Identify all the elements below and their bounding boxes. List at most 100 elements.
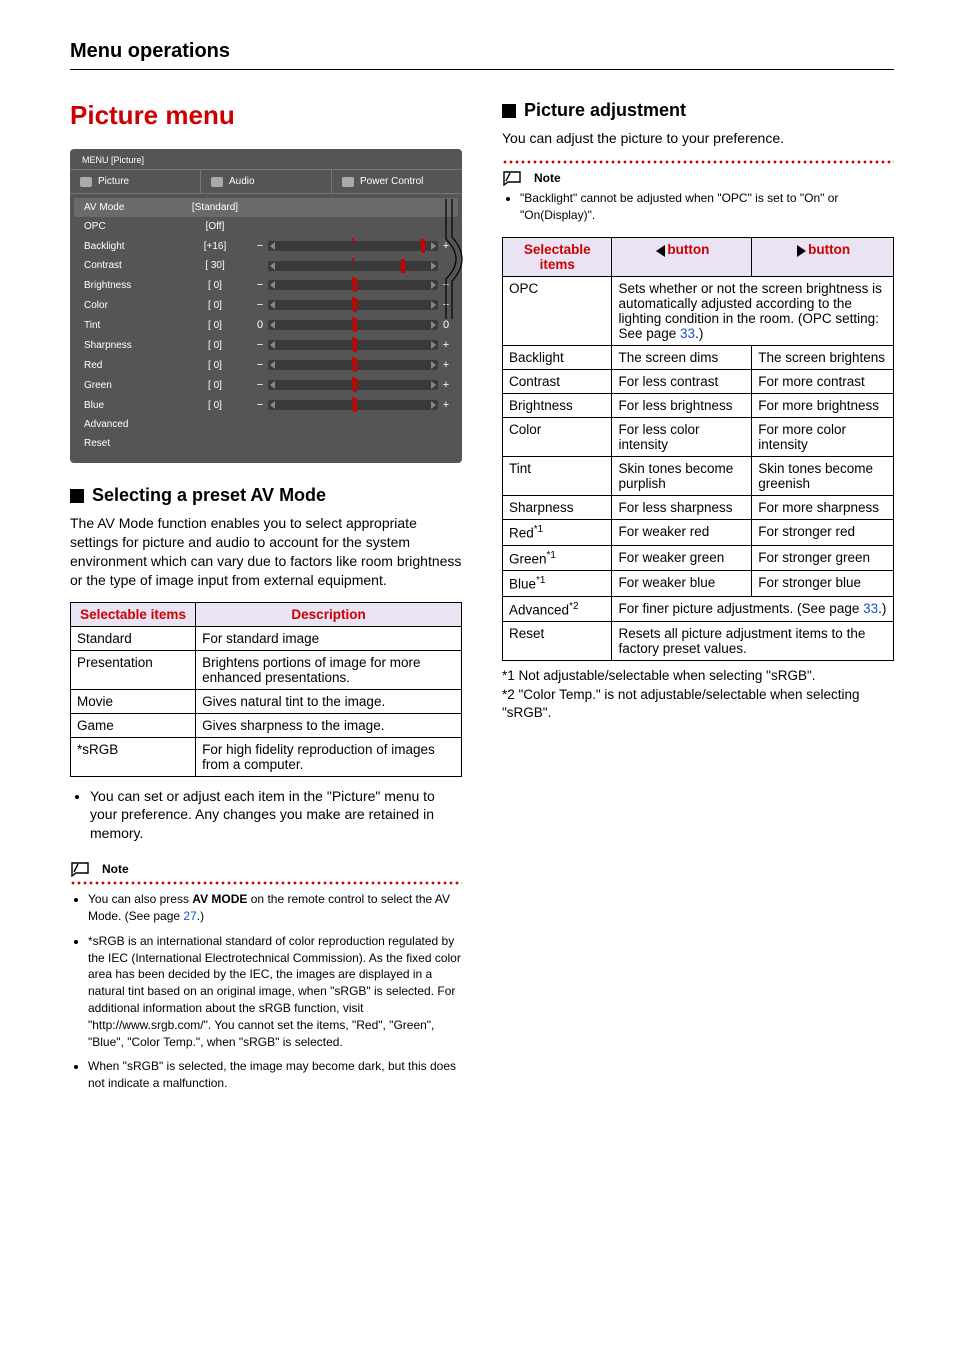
plus-icon: 0 [442,319,450,331]
note-item: You can also press AV MODE on the remote… [88,891,462,925]
note-item: "Backlight" cannot be adjusted when "OPC… [520,190,894,224]
menu-row-value: [ 0] [174,300,256,311]
menu-row[interactable]: Reset [74,434,458,453]
menu-row-value: [ 0] [174,360,256,371]
menu-row-label: Backlight [84,241,174,252]
menu-row-label: Green [84,380,174,391]
menu-row-label: Blue [84,400,174,411]
note-heading: Note [502,170,894,186]
table-row: PresentationBrightens portions of image … [71,650,462,689]
cell-item: Presentation [71,650,196,689]
menu-row[interactable]: Blue[ 0]−+ [74,395,458,415]
tab-label: Audio [229,176,255,187]
cell-right: For more contrast [752,370,894,394]
note-label: Note [98,862,129,876]
menu-slider[interactable]: −+ [256,279,450,291]
menu-slider[interactable] [256,261,450,271]
cell-right: For more brightness [752,394,894,418]
menu-row[interactable]: Contrast[ 30] [74,256,458,275]
cell-item: *sRGB [71,737,196,776]
note-label: Note [530,171,561,185]
plus-icon: + [442,399,450,411]
right-arrow-icon [797,245,806,257]
plus-icon: + [442,359,450,371]
table-row: ContrastFor less contrastFor more contra… [503,370,894,394]
table-row: *sRGBFor high fidelity reproduction of i… [71,737,462,776]
page-link[interactable]: 27 [183,909,196,923]
menu-row[interactable]: Green[ 0]−+ [74,375,458,395]
menu-row[interactable]: Advanced [74,415,458,434]
menu-tab[interactable]: Picture [70,170,201,193]
footnote: *1 Not adjustable/selectable when select… [502,667,894,685]
menu-row[interactable]: Backlight[+16]−+ [74,236,458,256]
menu-row[interactable]: AV Mode[Standard] [74,198,458,217]
cell-right: The screen brightens [752,346,894,370]
cell-item: Green*1 [503,545,612,571]
cell-left: For weaker red [612,520,752,546]
menu-row[interactable]: Brightness[ 0]−+ [74,275,458,295]
cell-left: The screen dims [612,346,752,370]
cell-item: Movie [71,689,196,713]
cell-desc: Gives natural tint to the image. [196,689,462,713]
table-row: Red*1For weaker redFor stronger red [503,520,894,546]
menu-tab[interactable]: Audio [201,170,332,193]
table-row: Advanced*2For finer picture adjustments.… [503,596,894,622]
menu-slider[interactable]: −+ [256,399,450,411]
minus-icon: − [256,279,264,291]
cell-right: For stronger green [752,545,894,571]
menu-slider[interactable]: −+ [256,379,450,391]
minus-icon: − [256,379,264,391]
table-row: TintSkin tones become purplishSkin tones… [503,457,894,496]
cell-item: Advanced*2 [503,596,612,622]
note-heading: Note [70,861,462,877]
table-row: Blue*1For weaker blueFor stronger blue [503,571,894,597]
cell-left: For weaker green [612,545,752,571]
cell-desc: Brightens portions of image for more enh… [196,650,462,689]
menu-slider[interactable]: −+ [256,299,450,311]
menu-slider[interactable]: −+ [256,339,450,351]
panel-cut-decoration [444,199,474,319]
cell-item: Game [71,713,196,737]
table-row: Green*1For weaker greenFor stronger gree… [503,545,894,571]
minus-icon: − [256,399,264,411]
minus-icon: − [256,240,264,252]
menu-slider[interactable]: −+ [256,359,450,371]
menu-row[interactable]: OPC[Off] [74,217,458,236]
page-link[interactable]: 33 [680,326,695,341]
menu-row[interactable]: Tint[ 0]00 [74,315,458,335]
cell-item: Red*1 [503,520,612,546]
menu-slider[interactable]: −+ [256,240,450,252]
th-left-button: button [612,238,752,277]
menu-row-value: [ 30] [174,260,256,271]
menu-row[interactable]: Color[ 0]−+ [74,295,458,315]
menu-row-label: Sharpness [84,340,174,351]
table-row: BacklightThe screen dimsThe screen brigh… [503,346,894,370]
cell-left: Skin tones become purplish [612,457,752,496]
cell-item: Backlight [503,346,612,370]
menu-tab[interactable]: Power Control [332,170,462,193]
plus-icon: + [442,339,450,351]
menu-slider[interactable]: 00 [256,319,450,331]
left-arrow-icon [656,245,665,257]
cell-item: Sharpness [503,496,612,520]
cell-left: For less contrast [612,370,752,394]
tab-label: Picture [98,176,129,187]
cell-item: Contrast [503,370,612,394]
menu-row[interactable]: Red[ 0]−+ [74,355,458,375]
av-mode-desc: The AV Mode function enables you to sele… [70,514,462,590]
menu-row-label: Tint [84,320,174,331]
menu-row-label: Advanced [84,419,174,430]
menu-row[interactable]: Sharpness[ 0]−+ [74,335,458,355]
menu-row-value: [ 0] [174,280,256,291]
menu-row-label: Brightness [84,280,174,291]
menu-row-value: [ 0] [174,380,256,391]
page-link[interactable]: 33 [863,601,878,616]
note-item: *sRGB is an international standard of co… [88,933,462,1051]
note-divider [502,160,894,164]
cell-item: Color [503,418,612,457]
menu-row-label: AV Mode [84,202,174,213]
menu-row-value: [ 0] [174,320,256,331]
table-row: BrightnessFor less brightnessFor more br… [503,394,894,418]
divider [70,69,894,70]
minus-icon: − [256,299,264,311]
